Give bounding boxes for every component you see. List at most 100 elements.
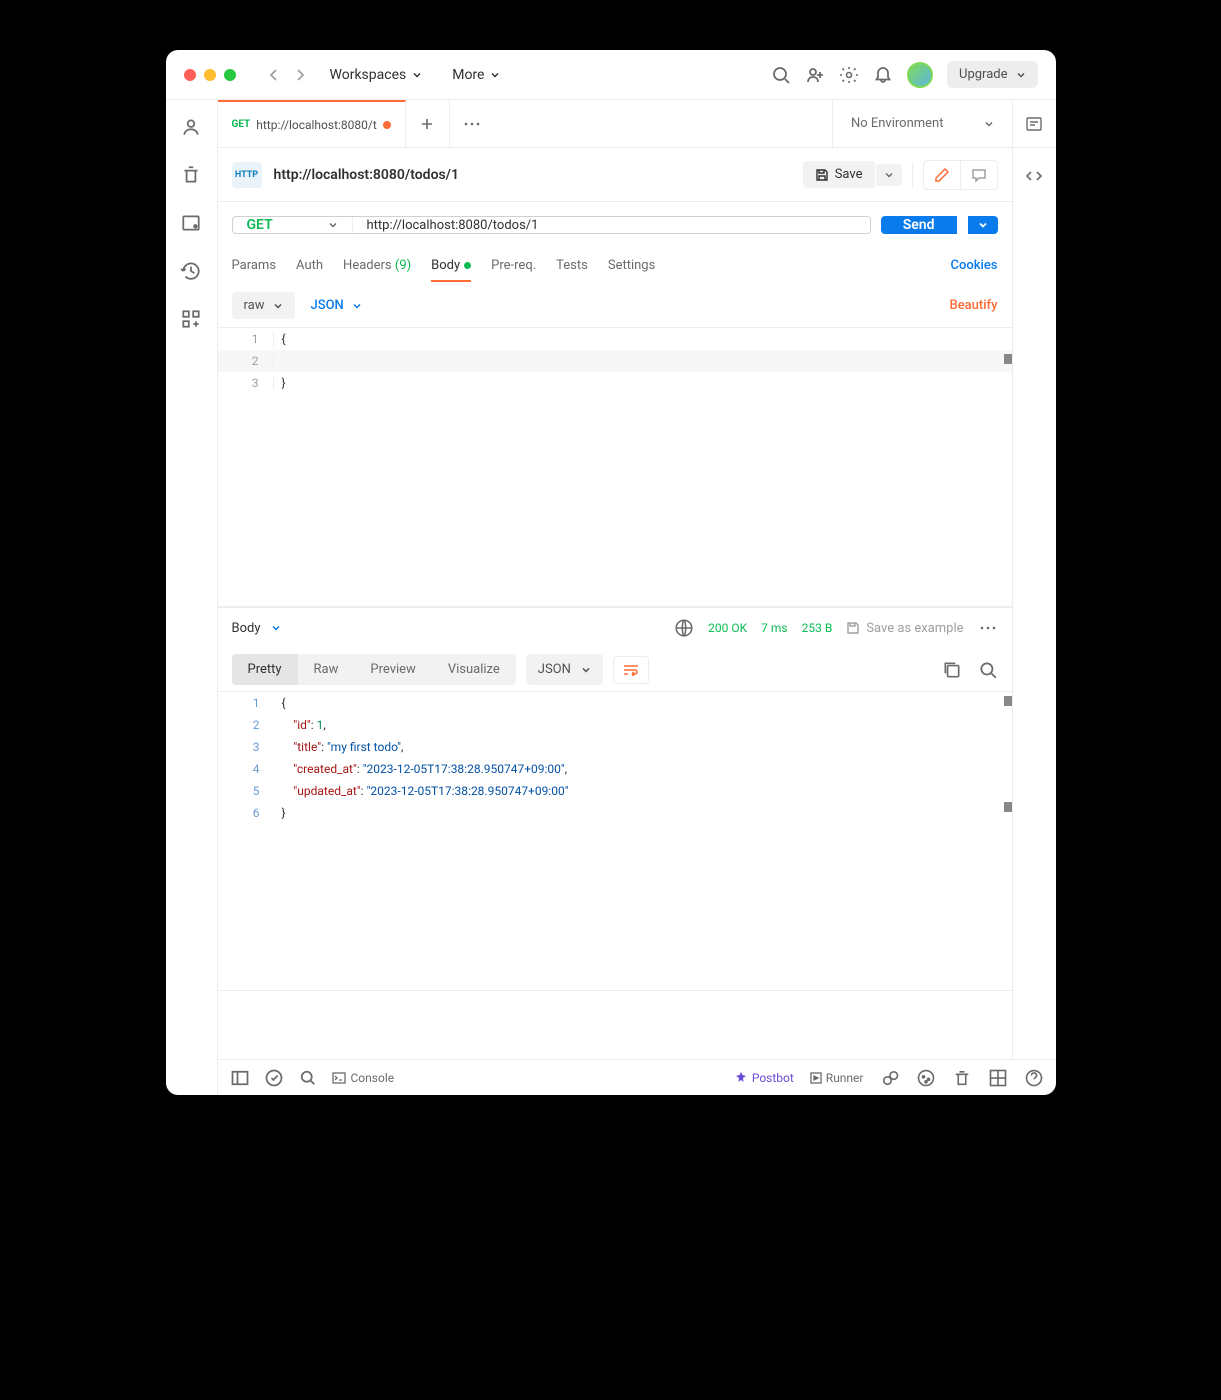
send-dropdown[interactable] [968,216,998,234]
response-time: 7 ms [761,621,787,635]
tab-tests[interactable]: Tests [556,250,588,281]
response-section-select[interactable]: Body [232,621,281,636]
tab-params[interactable]: Params [232,250,277,281]
notifications-icon[interactable] [873,65,893,85]
tab-prereq[interactable]: Pre-req. [491,250,536,281]
http-badge: HTTP [232,162,262,188]
titlebar: Workspaces More Upgrade [166,50,1056,100]
request-body-editor[interactable]: 1{ 2 3} [218,327,1012,607]
body-mode-label: raw [244,298,265,313]
network-icon[interactable] [674,618,694,638]
beautify-button[interactable]: Beautify [949,298,997,313]
help-icon[interactable] [1024,1068,1044,1088]
runner-button[interactable]: Runner [810,1071,864,1085]
tab-body[interactable]: Body [431,250,471,281]
url-input[interactable] [353,217,870,233]
sidebar-toggle-icon[interactable] [230,1068,250,1088]
view-visualize[interactable]: Visualize [432,654,516,685]
save-label: Save [835,167,863,182]
tab-headers[interactable]: Headers (9) [343,250,411,281]
body-lang-label: JSON [311,298,344,313]
workspaces-menu[interactable]: Workspaces [322,63,431,87]
send-button[interactable]: Send [881,216,957,234]
body-lang-select[interactable]: JSON [311,298,362,313]
upgrade-label: Upgrade [959,67,1007,82]
trash-footer-icon[interactable] [952,1068,972,1088]
minimize-window[interactable] [204,69,216,81]
workspaces-label: Workspaces [330,67,407,83]
environment-select[interactable]: No Environment [833,100,1012,147]
comment-icon[interactable] [960,161,997,189]
right-rail [1012,148,1056,1059]
tab-settings[interactable]: Settings [608,250,655,281]
user-icon[interactable] [180,116,202,138]
content-main: HTTP http://localhost:8080/todos/1 Save [218,148,1012,1059]
maximize-window[interactable] [224,69,236,81]
send-label: Send [903,217,935,233]
tab-title: http://localhost:8080/t [256,118,377,132]
invite-icon[interactable] [805,65,825,85]
body-mode-select[interactable]: raw [232,292,295,319]
nav-arrows [266,67,308,83]
response-body-label: Body [232,621,261,636]
main-column: GET http://localhost:8080/t No Environme… [218,100,1056,1095]
request-header-right: Save [803,160,998,190]
cookies-icon[interactable] [916,1068,936,1088]
response-more-icon[interactable] [978,618,998,638]
response-lang-select[interactable]: JSON [526,654,603,685]
settings-icon[interactable] [839,65,859,85]
close-window[interactable] [184,69,196,81]
new-tab-button[interactable] [406,100,450,147]
save-button[interactable]: Save [803,161,875,188]
body-type-row: raw JSON Beautify [218,284,1012,327]
add-block-icon[interactable] [180,308,202,330]
history-icon[interactable] [180,260,202,282]
postbot-button[interactable]: Postbot [734,1071,794,1085]
view-preview[interactable]: Preview [354,654,431,685]
app-body: GET http://localhost:8080/t No Environme… [166,100,1056,1095]
avatar[interactable] [907,62,933,88]
search-response-icon[interactable] [978,660,998,680]
response-body-viewer[interactable]: 1{ 2 "id": 1, 3 "title": "my first todo"… [218,691,1012,991]
save-as-example[interactable]: Save as example [846,621,963,636]
line-number: 1 [218,332,274,346]
console-button[interactable]: Console [332,1071,395,1085]
body-indicator-icon [464,262,471,269]
response-view-right [942,660,998,680]
tab-options[interactable] [450,100,494,147]
save-dropdown[interactable] [876,164,902,186]
layout-icon[interactable] [988,1068,1008,1088]
trash-icon[interactable] [180,164,202,186]
edit-icon[interactable] [924,161,960,189]
line-number: 3 [218,376,274,390]
view-tabs: Pretty Raw Preview Visualize [232,654,516,685]
more-menu[interactable]: More [444,63,508,87]
tab-auth[interactable]: Auth [296,250,323,281]
divider [912,163,913,187]
line-number: 4 [218,762,274,776]
request-tab[interactable]: GET http://localhost:8080/t [218,100,406,147]
footer: Console Postbot Runner [218,1059,1056,1095]
cookies-link[interactable]: Cookies [951,258,998,273]
find-icon[interactable] [298,1068,318,1088]
save-example-label: Save as example [866,621,963,636]
environment-quicklook-icon[interactable] [1012,100,1056,147]
sync-icon[interactable] [264,1068,284,1088]
view-raw[interactable]: Raw [298,654,355,685]
scroll-indicator [1004,696,1012,706]
view-pretty[interactable]: Pretty [232,654,298,685]
upgrade-button[interactable]: Upgrade [947,61,1037,88]
nav-back[interactable] [266,67,282,83]
environment-label: No Environment [851,116,944,131]
capture-icon[interactable] [880,1068,900,1088]
request-tabs: Params Auth Headers (9) Body Pre-req. Te… [218,248,1012,284]
method-select[interactable]: GET [233,217,353,233]
request-title: http://localhost:8080/todos/1 [274,167,460,183]
copy-icon[interactable] [942,660,962,680]
code-icon[interactable] [1024,166,1044,186]
postbot-label: Postbot [752,1071,794,1085]
wrap-lines-icon[interactable] [613,656,649,684]
nav-forward[interactable] [292,67,308,83]
search-icon[interactable] [771,65,791,85]
environment-icon[interactable] [180,212,202,234]
